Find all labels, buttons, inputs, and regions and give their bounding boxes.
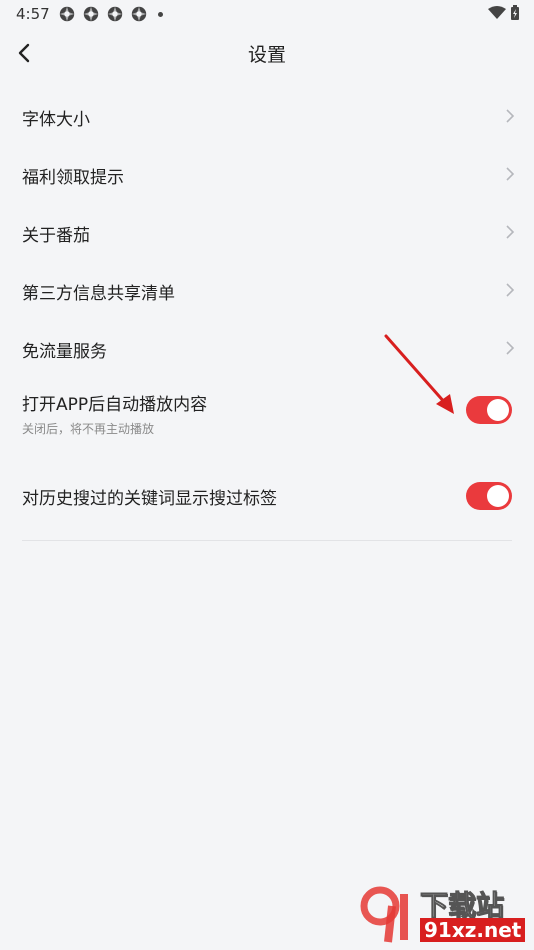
chevron-right-icon <box>506 225 515 239</box>
chevron-right-icon <box>506 167 515 181</box>
chevron-right-icon <box>506 283 515 297</box>
title-bar: 设置 <box>0 30 534 76</box>
settings-item-welfare-tips[interactable]: 福利领取提示 <box>0 146 534 204</box>
settings-item-label: 福利领取提示 <box>22 168 124 188</box>
notification-icons <box>58 5 163 23</box>
autoplay-toggle[interactable] <box>466 396 512 424</box>
settings-item-label: 对历史搜过的关键词显示搜过标签 <box>22 489 277 509</box>
settings-item-label: 关于番茄 <box>22 226 90 246</box>
settings-item-label: 第三方信息共享清单 <box>22 284 175 304</box>
toggle-knob <box>487 399 509 421</box>
app-notification-icon <box>83 6 99 22</box>
watermark-logo-icon <box>360 886 408 943</box>
list-divider <box>22 540 512 541</box>
watermark: 下载站 91xz.net <box>358 884 528 944</box>
wifi-icon <box>488 6 506 19</box>
settings-item-third-party-list[interactable]: 第三方信息共享清单 <box>0 262 534 320</box>
chevron-right-icon <box>506 341 515 355</box>
toggle-knob <box>487 485 509 507</box>
status-time: 4:57 <box>16 5 50 23</box>
page-title: 设置 <box>247 44 286 66</box>
settings-item-subtitle: 关闭后，将不再主动播放 <box>22 422 155 436</box>
settings-item-font-size[interactable]: 字体大小 <box>0 88 534 146</box>
system-icons <box>488 5 520 21</box>
search-tag-toggle[interactable] <box>466 482 512 510</box>
status-bar: 4:57 <box>0 0 534 30</box>
settings-item-search-tag: 对历史搜过的关键词显示搜过标签 <box>0 462 534 530</box>
annotation-arrow-icon <box>384 334 454 414</box>
chevron-right-icon <box>506 109 515 123</box>
settings-list: 字体大小 福利领取提示 关于番茄 第三方信息共享清单 免流量服务 打开APP后自… <box>0 88 534 530</box>
app-notification-icon <box>131 6 147 22</box>
settings-item-label: 打开APP后自动播放内容 <box>22 395 208 415</box>
more-notifications-dot <box>158 11 163 17</box>
settings-item-label: 免流量服务 <box>22 342 107 362</box>
app-notification-icon <box>107 6 123 22</box>
settings-item-about[interactable]: 关于番茄 <box>0 204 534 262</box>
watermark-url: 91xz.net <box>420 918 526 942</box>
settings-item-label: 字体大小 <box>22 110 90 130</box>
app-notification-icon <box>59 6 75 22</box>
battery-icon <box>511 5 519 20</box>
